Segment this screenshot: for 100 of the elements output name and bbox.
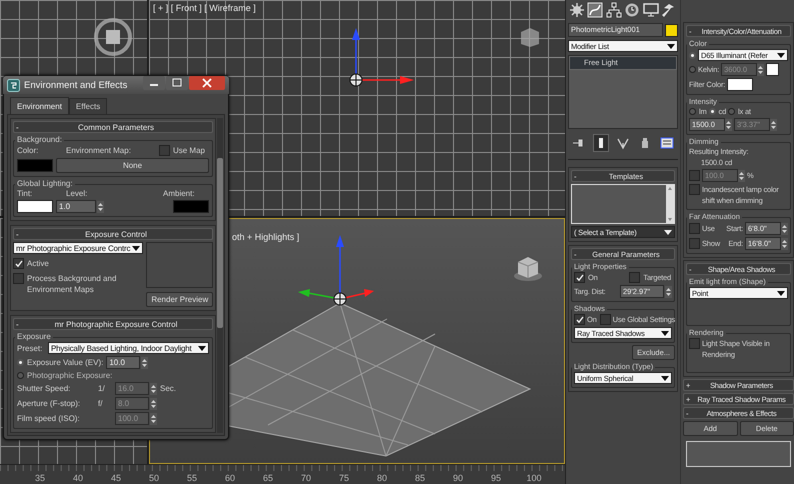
ruler-number: 55 (186, 472, 198, 483)
spinner-arrows-icon[interactable] (150, 398, 157, 410)
time-ruler[interactable]: 35 40 45 50 55 60 65 70 75 80 85 90 95 100 (0, 464, 565, 484)
spinner-arrows-icon[interactable] (150, 382, 157, 394)
checkbox[interactable] (689, 238, 700, 249)
caret-icon (661, 330, 669, 336)
ruler-number: 85 (414, 472, 426, 483)
viewcube-icon[interactable] (519, 26, 541, 48)
ruler-number: 45 (110, 472, 122, 483)
group-title: Background: (16, 135, 63, 145)
maximize-icon[interactable] (166, 76, 188, 90)
checkbox[interactable] (13, 258, 24, 269)
bar-icon[interactable] (593, 134, 609, 152)
radio-button[interactable] (689, 52, 696, 58)
minimize-icon[interactable] (143, 76, 165, 90)
template-list[interactable] (571, 184, 675, 224)
ruler-number: 40 (72, 472, 84, 483)
label: Shutter Speed: (17, 384, 72, 393)
spinner-arrows-icon[interactable] (757, 64, 764, 76)
radio-label: Exposure Value (EV): (27, 358, 104, 367)
checkbox[interactable] (158, 145, 170, 156)
monitor-icon[interactable] (642, 2, 659, 18)
color-swatch[interactable] (17, 159, 53, 172)
checkbox[interactable] (689, 223, 700, 234)
label: Ambient: (163, 189, 196, 198)
ruler-number: 75 (338, 472, 350, 483)
checkbox-label: Use Map (172, 146, 205, 155)
spinner-arrows-icon[interactable] (781, 222, 788, 234)
hierarchy-icon[interactable] (606, 2, 622, 18)
checkbox-label: Active (27, 258, 49, 269)
label: 1/ (98, 384, 105, 393)
window-title: Environment and Effects (24, 80, 128, 90)
map-button[interactable]: None (56, 158, 209, 173)
sun-icon[interactable] (569, 2, 585, 18)
caret-icon (777, 290, 785, 296)
checkbox[interactable] (689, 338, 700, 349)
transform-gizmo-drawing[interactable] (298, 235, 374, 307)
app-icon (7, 78, 20, 92)
label: Sec. (160, 384, 176, 393)
scrollbar[interactable] (666, 185, 674, 223)
radio-button[interactable] (17, 359, 24, 366)
dropdown[interactable]: mr Photographic Exposure Contrc (13, 242, 144, 254)
caret-icon (661, 376, 669, 380)
checkbox[interactable] (574, 314, 585, 325)
rollout-header[interactable]: - Exposure Control (13, 228, 213, 240)
color-swatch[interactable] (17, 200, 53, 213)
ruler-number: 95 (490, 472, 502, 483)
spinner-arrows-icon[interactable] (665, 286, 672, 298)
checkbox[interactable] (689, 184, 700, 195)
color-swatch[interactable] (766, 63, 780, 76)
rollout-header[interactable]: - Common Parameters (13, 121, 213, 133)
color-swatch[interactable] (173, 200, 209, 213)
ruler-number: 50 (148, 472, 160, 483)
spinner-arrows-icon[interactable] (150, 412, 157, 424)
radio-button[interactable] (689, 108, 696, 115)
number-field[interactable]: 10.0 (106, 356, 140, 369)
number-field[interactable]: 1.0 (56, 200, 96, 213)
tab[interactable]: Environment (10, 97, 69, 114)
label: Color: (17, 146, 40, 155)
spinner-arrows-icon[interactable] (97, 200, 104, 212)
dropdown[interactable]: Physically Based Lighting, Indoor Daylight (48, 342, 209, 354)
group-title: Exposure (16, 332, 52, 342)
viewcube-ring-icon[interactable] (93, 17, 133, 57)
radio-button[interactable] (689, 66, 696, 73)
spinner-arrows-icon[interactable] (738, 170, 745, 182)
spinner-arrows-icon[interactable] (770, 118, 777, 130)
curve-icon[interactable] (587, 2, 604, 18)
radio-button[interactable] (728, 108, 736, 115)
effects-list[interactable] (686, 441, 791, 467)
label: Tint: (17, 189, 34, 198)
caret-icon (664, 230, 672, 234)
checkbox[interactable] (574, 272, 585, 283)
object-color-swatch[interactable] (665, 24, 678, 36)
checkbox[interactable] (629, 272, 640, 283)
render-preview-button[interactable]: Render Preview (146, 292, 213, 307)
viewport-label[interactable]: oth + Highlights ] (232, 232, 300, 242)
checkbox[interactable] (13, 273, 24, 284)
spinner-arrows-icon[interactable] (725, 118, 732, 130)
rollout-header[interactable]: - mr Photographic Exposure Control (13, 318, 213, 330)
label: Environment Map: (66, 146, 132, 155)
ruler-number: 90 (452, 472, 464, 483)
close-icon[interactable] (189, 76, 225, 90)
radio-button[interactable] (17, 372, 24, 379)
ruler-number: 80 (376, 472, 388, 483)
label: Aperture (F-stop): (17, 399, 82, 408)
color-swatch[interactable] (727, 78, 754, 91)
spinner-arrows-icon[interactable] (781, 238, 788, 250)
scrollbar[interactable] (217, 118, 223, 433)
spinner-arrows-icon[interactable] (141, 356, 148, 368)
caret-icon (667, 44, 675, 48)
ruler-number: 65 (262, 472, 274, 483)
checkbox[interactable] (689, 170, 700, 181)
checkbox[interactable] (600, 314, 611, 325)
tab[interactable]: Effects (68, 98, 108, 114)
label: f/ (98, 399, 102, 408)
clock-icon[interactable] (624, 2, 640, 18)
preview-box (146, 242, 213, 288)
label: Preset: (17, 344, 44, 352)
radio-button[interactable] (708, 108, 716, 115)
viewport-label[interactable]: [ + ] [ Front ] [ Wireframe ] (153, 3, 256, 13)
